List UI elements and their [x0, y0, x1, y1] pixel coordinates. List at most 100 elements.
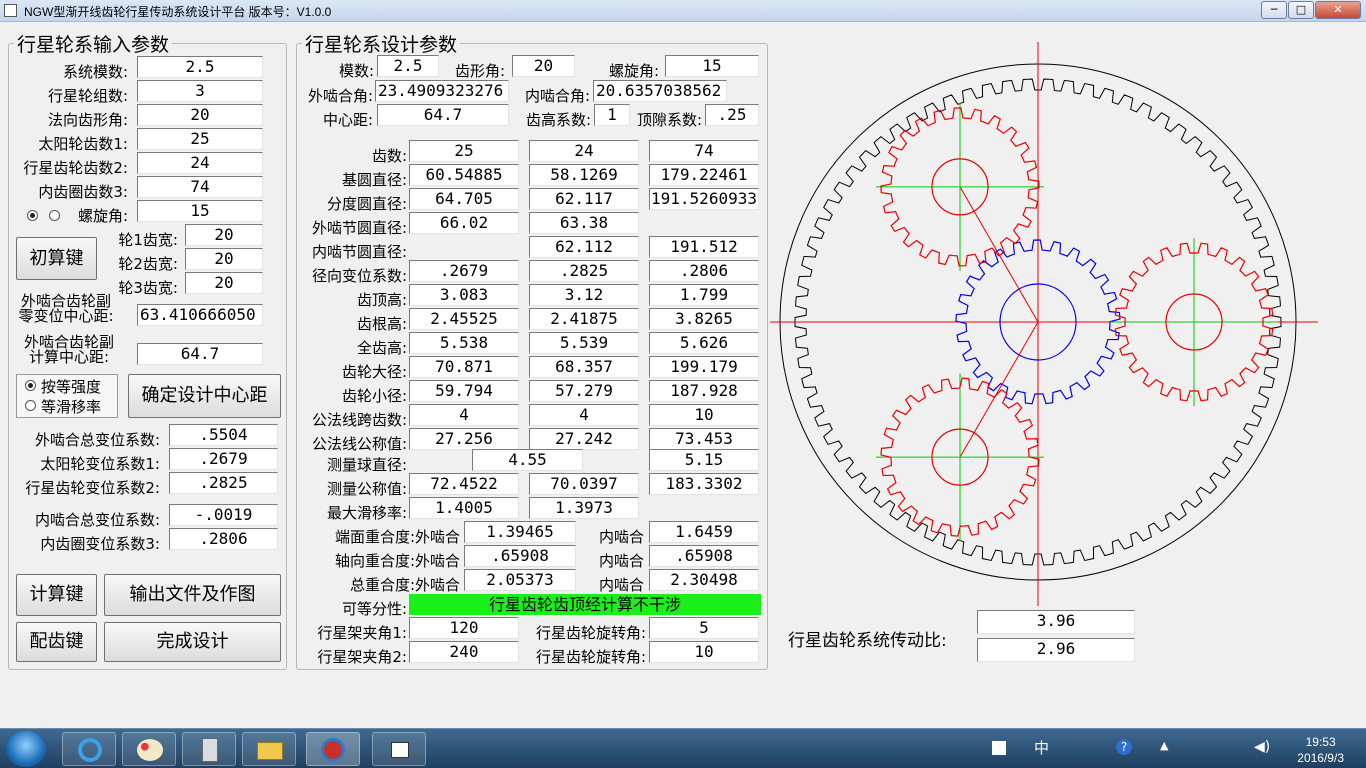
- ie-taskbar-icon[interactable]: [62, 732, 116, 766]
- finish-design-button[interactable]: 完成设计: [104, 622, 281, 662]
- meas-value-2: 70.0397: [529, 473, 639, 495]
- param-cell: 64.705: [409, 188, 519, 210]
- volume-icon[interactable]: ◀): [1254, 739, 1270, 755]
- param-cell: .2806: [649, 260, 759, 282]
- sun-shift-value: .2679: [169, 448, 278, 470]
- helix-radio-b[interactable]: [49, 210, 60, 221]
- ball-value-3: 5.15: [649, 449, 759, 471]
- axial-contact-ext: .65908: [464, 545, 576, 567]
- ring-teeth-label: 内齿圈齿数3:: [38, 183, 128, 201]
- axial-int-label: 内啮合: [598, 552, 644, 570]
- carrier2-label: 行星架夹角2:: [317, 648, 407, 666]
- param-row-label: 公法线跨齿数:: [311, 411, 407, 429]
- d-helix-label: 螺旋角:: [608, 62, 659, 80]
- d-module-value: 2.5: [377, 55, 439, 77]
- match-teeth-button[interactable]: 配齿键: [16, 622, 97, 662]
- start-button[interactable]: [6, 731, 46, 767]
- clock[interactable]: 19:53 2016/9/3: [1297, 734, 1344, 766]
- param-row-label: 齿顶高:: [356, 291, 407, 309]
- carrier2-value: 240: [409, 641, 519, 663]
- ime-indicator[interactable]: 中: [1034, 737, 1049, 758]
- init-calc-button[interactable]: 初算键: [16, 237, 97, 280]
- confirm-center-button[interactable]: 确定设计中心距: [128, 374, 281, 418]
- face-int-label: 内啮合: [598, 528, 644, 546]
- ratio-value-1: 3.96: [977, 610, 1135, 634]
- calc-button[interactable]: 计算键: [16, 574, 97, 616]
- d-profile-value: 20: [512, 55, 575, 77]
- sun-teeth-input[interactable]: 25: [137, 128, 263, 150]
- clock-time: 19:53: [1305, 735, 1336, 749]
- ball-value-12: 4.55: [472, 449, 583, 471]
- ring-shift-label: 内齿圈变位系数3:: [40, 535, 160, 553]
- width3-input[interactable]: 20: [185, 272, 263, 294]
- planet-count-input[interactable]: 3: [137, 80, 263, 102]
- face-contact-ext: 1.39465: [464, 521, 576, 543]
- slip-radio[interactable]: [25, 400, 36, 411]
- meas-value-3: 183.3302: [649, 473, 759, 495]
- param-cell: 4: [529, 404, 639, 426]
- param-cell: 58.1269: [529, 164, 639, 186]
- planet-shift-value: .2825: [169, 472, 278, 494]
- clearance-label: 顶隙系数:: [636, 111, 702, 129]
- design-panel-title: 行星轮系设计参数: [305, 34, 458, 56]
- total-contact-int: 2.30498: [649, 569, 759, 591]
- zero-center-value: 63.410666050: [137, 304, 263, 326]
- param-row-label: 公法线公称值:: [311, 435, 407, 453]
- show-hidden-icons[interactable]: ▲: [1160, 739, 1168, 752]
- pressure-angle-input[interactable]: 20: [137, 104, 263, 126]
- meas-label: 测量公称值:: [326, 480, 407, 498]
- param-cell: 3.8265: [649, 308, 759, 330]
- center-value: 64.7: [377, 104, 509, 126]
- d-profile-label: 齿形角:: [454, 62, 505, 80]
- help-icon[interactable]: ?: [1116, 739, 1132, 755]
- planet-teeth-input[interactable]: 24: [137, 152, 263, 174]
- d-helix-value: 15: [665, 55, 759, 77]
- helix-label: 螺旋角:: [77, 207, 128, 225]
- param-row-label: 齿根高:: [356, 315, 407, 333]
- param-cell: 5.539: [529, 332, 639, 354]
- ext-total-shift-label: 外啮合总变位系数:: [34, 431, 160, 449]
- ime-icon[interactable]: [992, 741, 1006, 755]
- width1-input[interactable]: 20: [185, 224, 263, 246]
- strength-radio[interactable]: [25, 380, 36, 391]
- window-taskbar-icon[interactable]: [372, 732, 426, 766]
- param-cell: 70.871: [409, 356, 519, 378]
- param-cell: 10: [649, 404, 759, 426]
- calc-center-input[interactable]: 64.7: [137, 343, 263, 365]
- ring-shift-value: .2806: [169, 528, 278, 550]
- slip-value-1: 1.4005: [409, 497, 519, 519]
- input-panel-title: 行星轮系输入参数: [17, 34, 170, 56]
- carrier1-value: 120: [409, 617, 519, 639]
- param-cell: 74: [649, 140, 759, 162]
- minimize-button[interactable]: ─: [1261, 1, 1287, 19]
- app-icon: [4, 4, 17, 17]
- rot2-label: 行星齿轮旋转角:: [535, 648, 646, 666]
- equal-division-label: 可等分性:: [341, 600, 407, 618]
- param-cell: 60.54885: [409, 164, 519, 186]
- paint-taskbar-icon[interactable]: [122, 732, 176, 766]
- module-label: 系统模数:: [62, 63, 128, 81]
- param-cell: 57.279: [529, 380, 639, 402]
- close-button[interactable]: ✕: [1315, 1, 1361, 19]
- equal-division-status: 行星齿轮齿顶经计算不干涉: [409, 594, 761, 615]
- planet-count-label: 行星轮组数:: [47, 87, 128, 105]
- param-row-label: 齿轮大径:: [341, 363, 407, 381]
- app-taskbar-icon[interactable]: [306, 732, 360, 766]
- maximize-button[interactable]: □: [1288, 1, 1314, 19]
- explorer-taskbar-icon[interactable]: [242, 732, 296, 766]
- helix-input[interactable]: 15: [137, 200, 263, 222]
- helix-radio-a[interactable]: [27, 210, 38, 221]
- width2-input[interactable]: 20: [185, 248, 263, 270]
- calculator-taskbar-icon[interactable]: [182, 732, 236, 766]
- param-cell: 27.256: [409, 428, 519, 450]
- param-row-label: 径向变位系数:: [311, 267, 407, 285]
- rot1-label: 行星齿轮旋转角:: [535, 624, 646, 642]
- param-row-label: 齿轮小径:: [341, 387, 407, 405]
- module-input[interactable]: 2.5: [137, 56, 263, 78]
- sun-shift-label: 太阳轮变位系数1:: [40, 455, 160, 473]
- ring-teeth-input[interactable]: 74: [137, 176, 263, 198]
- strength-radio-label: 按等强度: [41, 378, 102, 396]
- output-plot-button[interactable]: 输出文件及作图: [104, 574, 281, 616]
- window-title: NGW型渐开线齿轮行星传动系统设计平台 版本号：V1.0.0: [24, 5, 332, 19]
- param-cell: 5.538: [409, 332, 519, 354]
